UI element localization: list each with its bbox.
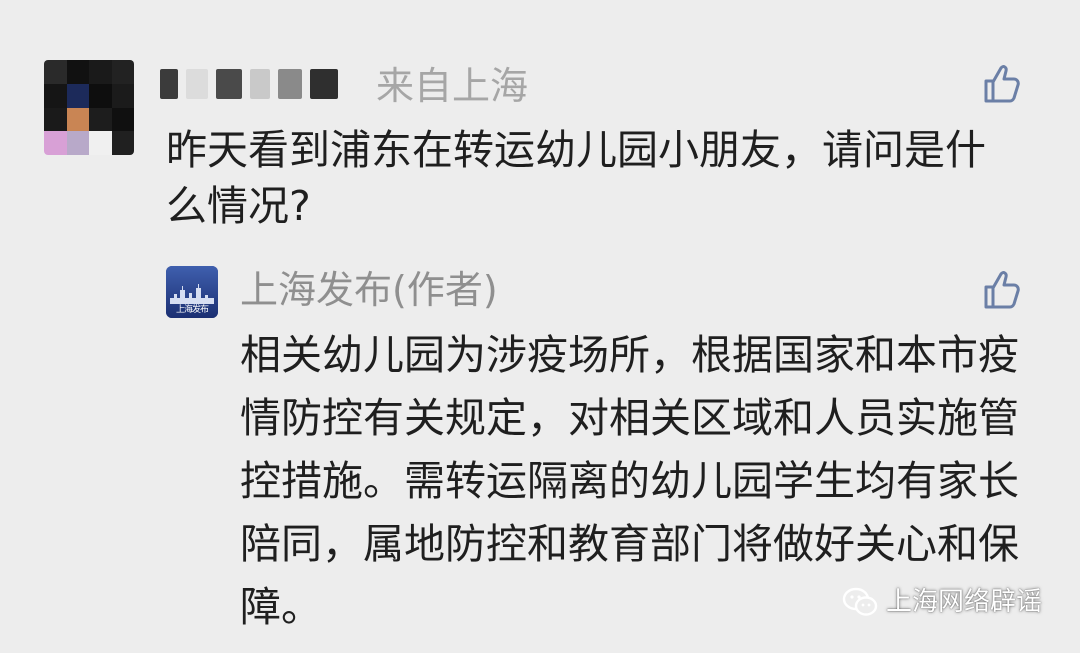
reply-author[interactable]: 上海发布(作者) (240, 266, 498, 314)
avatar-label: 上海发布 (175, 305, 209, 315)
skyline-icon (170, 284, 214, 304)
comment-location: 来自上海 (376, 64, 529, 108)
commenter-avatar[interactable] (44, 60, 134, 155)
thumbs-up-icon (984, 271, 1020, 309)
watermark: 上海网络辟谣 (842, 582, 1042, 622)
watermark-text: 上海网络辟谣 (885, 587, 1042, 617)
author-avatar[interactable]: 上海发布 (166, 266, 218, 318)
comment-thread: 来自上海 昨天看到浦东在转运幼儿园小朋友，请问是什么情况? 上海发布 上海发布(… (0, 0, 1080, 653)
reply-like-button[interactable] (980, 268, 1024, 312)
wechat-logo-icon (842, 587, 878, 616)
commenter-name[interactable] (160, 62, 350, 106)
comment-like-button[interactable] (980, 62, 1024, 106)
comment-text: 昨天看到浦东在转运幼儿园小朋友，请问是什么情况? (166, 126, 986, 230)
thumbs-up-icon (984, 65, 1020, 103)
